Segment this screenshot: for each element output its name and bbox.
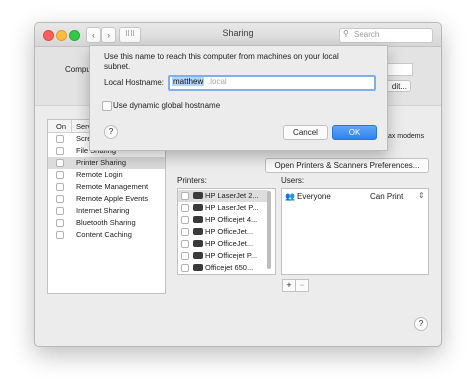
updown-arrows-icon: ⇕ bbox=[418, 191, 425, 200]
printer-row[interactable]: HP OfficeJet... bbox=[178, 238, 268, 250]
service-label: Bluetooth Sharing bbox=[76, 218, 136, 227]
printer-icon bbox=[193, 216, 203, 223]
service-row[interactable]: Printer Sharing bbox=[48, 157, 165, 169]
remove-user-button[interactable]: − bbox=[295, 279, 309, 292]
service-checkbox[interactable] bbox=[56, 219, 64, 227]
printer-icon bbox=[193, 204, 203, 211]
printer-checkbox[interactable] bbox=[181, 204, 189, 212]
add-user-button[interactable]: + bbox=[282, 279, 296, 292]
search-input[interactable]: ⚲ Search bbox=[339, 28, 433, 43]
printer-checkbox[interactable] bbox=[181, 264, 189, 272]
sheet-message: Use this name to reach this computer fro… bbox=[104, 52, 339, 71]
printer-name: HP OfficeJet... bbox=[205, 239, 254, 248]
printers-scrollbar[interactable] bbox=[267, 191, 271, 269]
printer-checkbox[interactable] bbox=[181, 192, 189, 200]
printer-name: HP Officejet P... bbox=[205, 251, 258, 260]
dynamic-hostname-checkbox[interactable] bbox=[102, 101, 112, 111]
printer-icon bbox=[193, 264, 203, 271]
printer-row[interactable]: HP OfficeJet... bbox=[178, 226, 268, 238]
service-checkbox[interactable] bbox=[56, 147, 64, 155]
printer-row[interactable]: Officejet 650... bbox=[178, 262, 268, 274]
printer-checkbox[interactable] bbox=[181, 216, 189, 224]
service-row[interactable]: Remote Login bbox=[48, 169, 165, 181]
users-list: 👥 Everyone Can Print ⇕ bbox=[281, 188, 429, 275]
printer-checkbox[interactable] bbox=[181, 252, 189, 260]
service-label: Remote Login bbox=[76, 170, 123, 179]
printer-row[interactable]: HP Officejet 4... bbox=[178, 214, 268, 226]
title-bar: ‹ › ⠿⠿ Sharing ⚲ Search bbox=[35, 23, 441, 47]
printer-checkbox[interactable] bbox=[181, 240, 189, 248]
printers-list: HP LaserJet 2... HP LaserJet P... HP Off… bbox=[177, 188, 276, 275]
hostname-label: Local Hostname: bbox=[104, 78, 165, 87]
permission-popup[interactable]: Can Print bbox=[370, 192, 403, 201]
printer-icon bbox=[193, 240, 203, 247]
search-icon: ⚲ bbox=[343, 29, 349, 38]
printer-name: Officejet 650... bbox=[205, 263, 254, 272]
search-placeholder: Search bbox=[354, 30, 380, 39]
help-button[interactable]: ? bbox=[414, 317, 428, 331]
hostname-sheet: Use this name to reach this computer fro… bbox=[89, 45, 388, 151]
service-label: Printer Sharing bbox=[76, 158, 127, 167]
service-label: Internet Sharing bbox=[76, 206, 130, 215]
column-separator bbox=[71, 120, 72, 132]
printer-icon bbox=[193, 192, 203, 199]
printer-name: HP LaserJet P... bbox=[205, 203, 259, 212]
service-checkbox[interactable] bbox=[56, 207, 64, 215]
hostname-suffix: .local bbox=[208, 77, 227, 86]
service-label: Remote Management bbox=[76, 182, 149, 191]
service-checkbox[interactable] bbox=[56, 195, 64, 203]
printer-icon bbox=[193, 228, 203, 235]
service-label: Content Caching bbox=[76, 230, 132, 239]
printer-row[interactable]: HP Officejet P... bbox=[178, 250, 268, 262]
service-checkbox[interactable] bbox=[56, 183, 64, 191]
hostname-value: matthew bbox=[172, 77, 205, 86]
printer-row[interactable]: HP LaserJet P... bbox=[178, 202, 268, 214]
fax-text: fax modems bbox=[386, 133, 425, 140]
service-checkbox[interactable] bbox=[56, 171, 64, 179]
service-checkbox[interactable] bbox=[56, 159, 64, 167]
users-label: Users: bbox=[281, 176, 305, 185]
sheet-help-button[interactable]: ? bbox=[104, 125, 118, 139]
service-row[interactable]: Bluetooth Sharing bbox=[48, 217, 165, 229]
service-label: Remote Apple Events bbox=[76, 194, 149, 203]
service-row[interactable]: Remote Management bbox=[48, 181, 165, 193]
computer-name-label: Compu bbox=[65, 65, 91, 74]
printer-name: HP Officejet 4... bbox=[205, 215, 258, 224]
group-icon: 👥 bbox=[285, 192, 295, 201]
printers-label: Printers: bbox=[177, 176, 207, 185]
ok-button[interactable]: OK bbox=[332, 125, 377, 140]
service-row[interactable]: Remote Apple Events bbox=[48, 193, 165, 205]
hostname-input[interactable]: matthew .local bbox=[168, 75, 376, 91]
user-name: Everyone bbox=[297, 192, 331, 201]
dynamic-hostname-label: Use dynamic global hostname bbox=[113, 101, 221, 110]
service-checkbox[interactable] bbox=[56, 231, 64, 239]
printer-name: HP OfficeJet... bbox=[205, 227, 254, 236]
printer-icon bbox=[193, 252, 203, 259]
printer-row[interactable]: HP LaserJet 2... bbox=[178, 190, 268, 202]
on-column-header: On bbox=[56, 122, 67, 131]
printer-checkbox[interactable] bbox=[181, 228, 189, 236]
service-row[interactable]: Content Caching bbox=[48, 229, 165, 241]
service-row[interactable]: Internet Sharing bbox=[48, 205, 165, 217]
open-printers-button[interactable]: Open Printers & Scanners Preferences... bbox=[265, 158, 429, 173]
service-checkbox[interactable] bbox=[56, 135, 64, 143]
cancel-button[interactable]: Cancel bbox=[283, 125, 328, 140]
printer-name: HP LaserJet 2... bbox=[205, 191, 259, 200]
